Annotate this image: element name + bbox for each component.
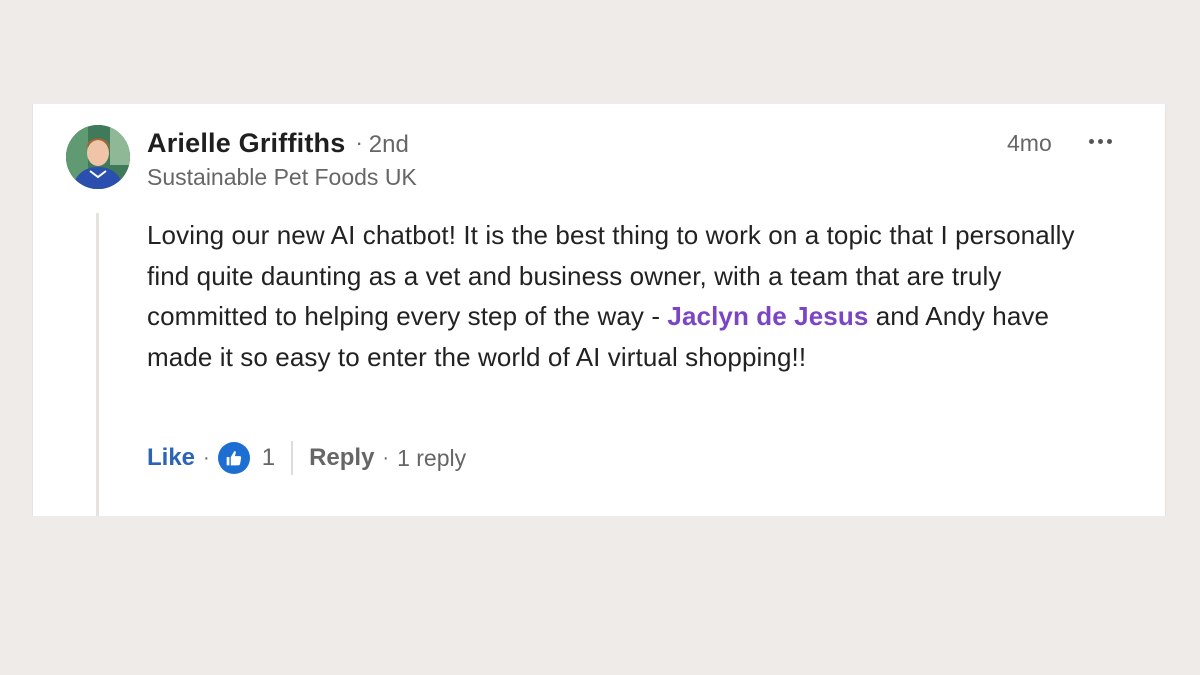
like-separator: · [203,446,210,469]
connection-degree: 2nd [368,131,409,158]
reply-button[interactable]: Reply [309,444,374,472]
thread-line [96,213,99,516]
comment-timestamp: 4mo [1007,130,1052,156]
actions-divider [291,441,294,475]
comment-text: Loving our new AI chatbot! It is the bes… [147,215,1107,377]
author-name[interactable]: Arielle Griffiths [147,128,345,158]
more-dot [1097,138,1103,144]
thumbs-up-icon[interactable] [217,442,250,474]
mention-link[interactable]: Jaclyn de Jesus [667,301,868,331]
reply-separator: · [382,446,390,469]
author-row: Arielle Griffiths · 2nd [147,126,409,165]
comment-card: Arielle Griffiths · 2nd Sustainable Pet Fo… [32,104,1166,516]
more-dot [1106,138,1112,144]
more-options-icon[interactable] [1083,126,1117,156]
reaction-count[interactable]: 1 [262,444,275,472]
author-avatar[interactable] [66,125,130,189]
degree-separator: · [355,130,363,155]
author-headline: Sustainable Pet Foods UK [147,164,417,190]
more-dot [1088,138,1094,144]
comment-actions: Like · 1 Reply · 1 reply [147,440,466,476]
like-button[interactable]: Like [147,444,195,472]
reply-count-link[interactable]: 1 reply [397,445,466,472]
